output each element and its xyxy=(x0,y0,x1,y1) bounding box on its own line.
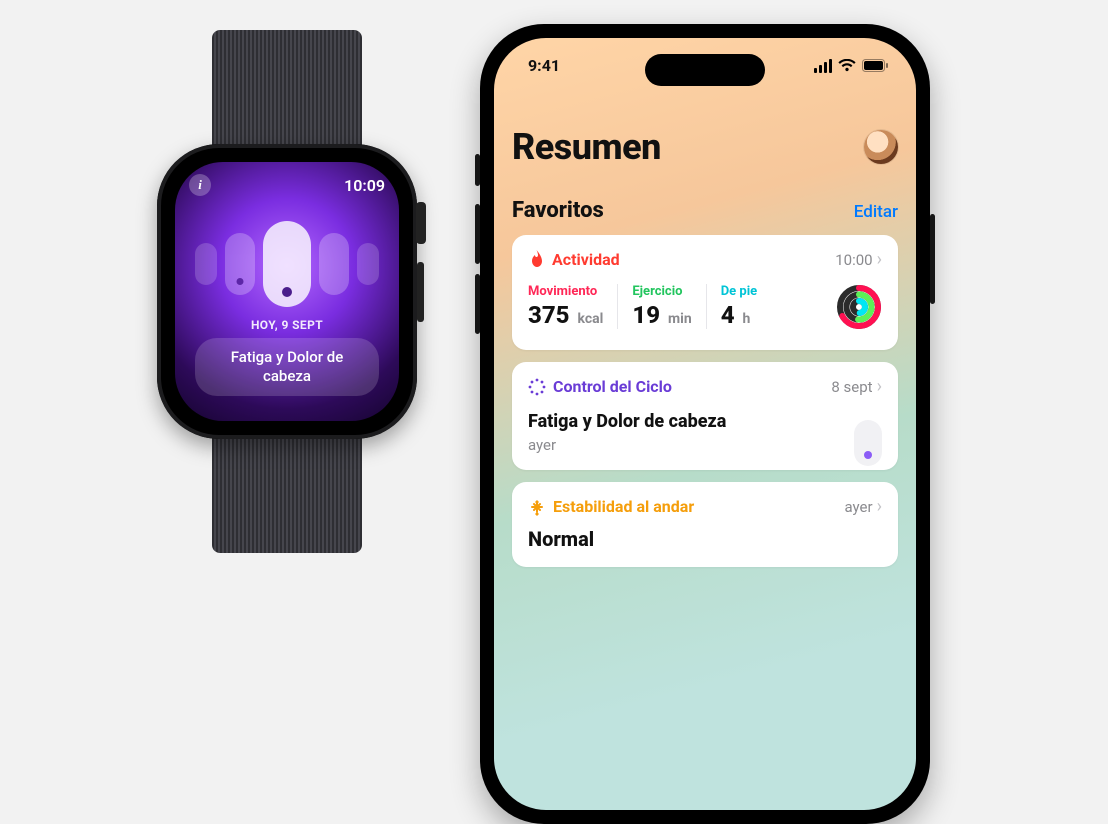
cycle-date: 8 sept xyxy=(831,378,872,396)
apple-watch: i 10:09 HOY, 9 SEPT Fatiga y Dolor de ca… xyxy=(147,30,427,553)
info-icon[interactable]: i xyxy=(189,174,211,196)
phone-screen: 9:41 Resumen Favoritos xyxy=(494,38,916,810)
watch-body: i 10:09 HOY, 9 SEPT Fatiga y Dolor de ca… xyxy=(157,144,417,439)
wifi-icon xyxy=(838,59,856,72)
volume-down-button[interactable] xyxy=(475,274,480,334)
activity-time: 10:00 xyxy=(835,251,872,269)
digital-crown[interactable] xyxy=(416,202,426,244)
page-title: Resumen xyxy=(512,126,661,168)
cycle-title: Control del Ciclo xyxy=(553,377,672,396)
stability-value: Normal xyxy=(528,527,882,551)
chevron-right-icon: › xyxy=(877,376,882,397)
watch-screen: i 10:09 HOY, 9 SEPT Fatiga y Dolor de ca… xyxy=(175,162,399,421)
phone-body: 9:41 Resumen Favoritos xyxy=(480,24,930,824)
watch-date-label: HOY, 9 SEPT xyxy=(175,318,399,332)
activity-title: Actividad xyxy=(552,250,620,269)
cycle-icon xyxy=(528,378,546,396)
phone-time: 9:41 xyxy=(528,56,560,75)
watch-status-bar: i 10:09 xyxy=(189,174,385,196)
avatar[interactable] xyxy=(864,130,898,164)
metric-move: Movimiento 375 kcal xyxy=(528,284,617,329)
watch-time: 10:09 xyxy=(344,176,385,195)
stability-card[interactable]: Estabilidad al andar ayer › Normal xyxy=(512,482,898,567)
phone-status-bar: 9:41 xyxy=(528,56,888,75)
cycle-subtitle: Fatiga y Dolor de cabeza xyxy=(528,411,882,432)
battery-icon xyxy=(862,59,888,72)
walking-icon xyxy=(528,498,546,516)
favorites-heading: Favoritos xyxy=(512,198,604,223)
watch-side-button[interactable] xyxy=(417,262,424,322)
mute-switch[interactable] xyxy=(475,154,480,186)
cellular-icon xyxy=(814,59,832,73)
metric-exercise: Ejercicio 19 min xyxy=(617,284,705,329)
cycle-visualization xyxy=(175,218,399,310)
watch-band-bottom xyxy=(212,433,362,553)
cycle-card[interactable]: Control del Ciclo 8 sept › Fatiga y Dolo… xyxy=(512,362,898,470)
power-button[interactable] xyxy=(930,214,935,304)
flame-icon xyxy=(528,250,545,269)
activity-rings-icon xyxy=(836,284,882,334)
watch-band-top xyxy=(212,30,362,150)
cycle-when: ayer xyxy=(528,436,882,454)
stability-title: Estabilidad al andar xyxy=(553,497,694,516)
metric-stand: De pie 4 h xyxy=(706,284,771,329)
chevron-right-icon: › xyxy=(877,496,882,517)
symptom-pill[interactable]: Fatiga y Dolor de cabeza xyxy=(195,338,379,396)
iphone: 9:41 Resumen Favoritos xyxy=(480,24,930,824)
cycle-indicator xyxy=(854,420,882,466)
stability-date: ayer xyxy=(845,498,873,516)
edit-button[interactable]: Editar xyxy=(854,202,898,222)
chevron-right-icon: › xyxy=(877,249,882,270)
volume-up-button[interactable] xyxy=(475,204,480,264)
activity-card[interactable]: Actividad 10:00 › Movimiento 375 kcal xyxy=(512,235,898,350)
